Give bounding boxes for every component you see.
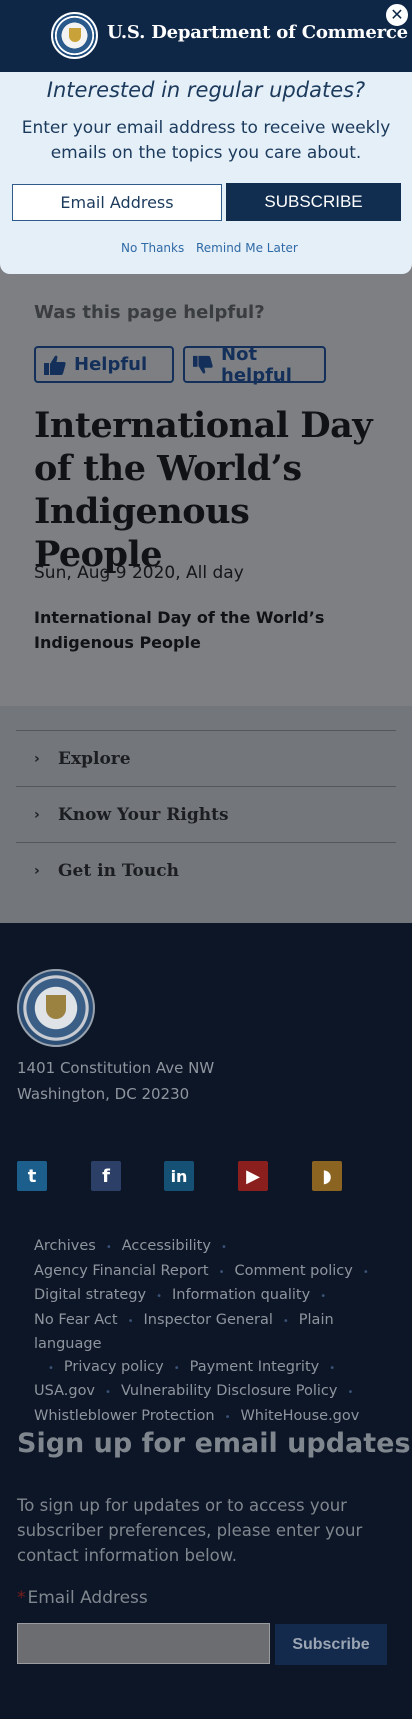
commerce-seal-logo [51, 12, 98, 59]
site-footer: 1401 Constitution Ave NW Washington, DC … [0, 923, 412, 1719]
accordion-label: Know Your Rights [58, 804, 229, 825]
modal-header: U.S. Department of Commerce [0, 0, 412, 72]
commerce-seal-logo [17, 969, 95, 1047]
event-date: Sun, Aug 9 2020, All day [34, 563, 244, 583]
email-label-text: Email Address [27, 1588, 148, 1608]
close-icon: ✕ [390, 5, 404, 24]
helpful-question: Was this page helpful? [34, 302, 265, 323]
address-line: Washington, DC 20230 [17, 1085, 190, 1103]
address-line: 1401 Constitution Ave NW [17, 1059, 215, 1077]
chevron-right-icon: › [34, 750, 40, 767]
footer-address: 1401 Constitution Ave NW Washington, DC … [17, 1055, 214, 1107]
accordion-label: Explore [58, 748, 131, 769]
separator-dot: • [320, 1291, 327, 1302]
separator-dot: • [105, 1387, 111, 1398]
footer-link[interactable]: Whistleblower Protection [34, 1408, 215, 1424]
twitter-icon[interactable]: t [17, 1161, 47, 1191]
signup-text: To sign up for updates or to access your… [17, 1496, 363, 1565]
accordion-label: Get in Touch [58, 860, 179, 881]
separator-dot: • [156, 1291, 163, 1302]
footer-link[interactable]: Vulnerability Disclosure Policy [121, 1383, 338, 1399]
separator-dot: • [218, 1266, 225, 1278]
modal-title: U.S. Department of Commerce [107, 22, 408, 43]
footer-link[interactable]: Comment policy [234, 1263, 352, 1279]
separator-dot: • [224, 1411, 231, 1423]
close-modal-button[interactable]: ✕ [384, 2, 410, 28]
accordion-item-explore[interactable]: › Explore [16, 730, 396, 786]
footer-link[interactable]: Agency Financial Report [34, 1263, 209, 1279]
footer-accordion: › Explore › Know Your Rights › Get in To… [0, 706, 412, 923]
modal-question: Interested in regular updates? [46, 78, 366, 102]
event-title: International Day of the World’s Indigen… [34, 405, 373, 575]
modal-description: Enter your email address to receive week… [21, 118, 391, 163]
linkedin-icon[interactable]: in [164, 1161, 194, 1191]
facebook-icon[interactable]: f [91, 1161, 121, 1191]
separator-dot: • [127, 1315, 134, 1327]
separator-dot: • [362, 1266, 369, 1278]
separator-dot: • [48, 1362, 54, 1374]
helpful-button[interactable]: Helpful [34, 346, 174, 383]
footer-link[interactable]: Privacy policy [64, 1359, 164, 1375]
accordion-item-get-in-touch[interactable]: › Get in Touch [16, 842, 396, 898]
footer-link[interactable]: USA.gov [34, 1383, 95, 1399]
helpful-label: Helpful [74, 354, 148, 375]
thumbs-down-icon [193, 355, 213, 373]
required-mark: * [17, 1588, 26, 1608]
footer-link[interactable]: Information quality [172, 1287, 310, 1303]
modal-subscribe-button[interactable]: SUBSCRIBE [226, 183, 401, 221]
not-helpful-label: Not helpful [221, 343, 292, 386]
chevron-right-icon: › [34, 862, 40, 879]
no-thanks-link[interactable]: No Thanks [121, 241, 184, 255]
accordion-item-know-your-rights[interactable]: › Know Your Rights [16, 786, 396, 842]
separator-dot: • [220, 1242, 227, 1253]
footer-link[interactable]: Payment Integrity [190, 1359, 320, 1375]
footer-link[interactable]: Digital strategy [34, 1287, 146, 1303]
not-helpful-button[interactable]: Not helpful [183, 343, 326, 386]
separator-dot: • [329, 1362, 336, 1374]
separator-dot: • [282, 1315, 289, 1327]
footer-subscribe-button[interactable]: Subscribe [275, 1624, 387, 1665]
footer-email-input[interactable] [17, 1623, 270, 1664]
remind-me-later-link[interactable]: Remind Me Later [196, 241, 298, 255]
rss-icon[interactable]: ◗ [312, 1161, 342, 1191]
separator-dot: • [347, 1387, 354, 1398]
footer-link[interactable]: WhiteHouse.gov [240, 1408, 359, 1424]
footer-link[interactable]: Inspector General [143, 1312, 272, 1328]
footer-link[interactable]: No Fear Act [34, 1312, 118, 1328]
footer-link[interactable]: Archives [34, 1238, 96, 1254]
event-description: International Day of the World’s Indigen… [34, 608, 325, 652]
thumbs-up-icon [44, 355, 66, 375]
youtube-icon[interactable]: ▶ [238, 1161, 268, 1191]
footer-link[interactable]: Accessibility [122, 1238, 211, 1254]
email-label: * Email Address [17, 1588, 148, 1608]
signup-heading: Sign up for email updates [17, 1428, 411, 1459]
separator-dot: • [105, 1242, 112, 1253]
modal-email-input[interactable] [12, 184, 222, 221]
email-signup-modal: Interested in regular updates? Enter you… [0, 72, 412, 274]
footer-links: Archives • Accessibility • Agency Financial… [34, 1235, 394, 1429]
chevron-right-icon: › [34, 806, 40, 823]
separator-dot: • [173, 1362, 180, 1374]
